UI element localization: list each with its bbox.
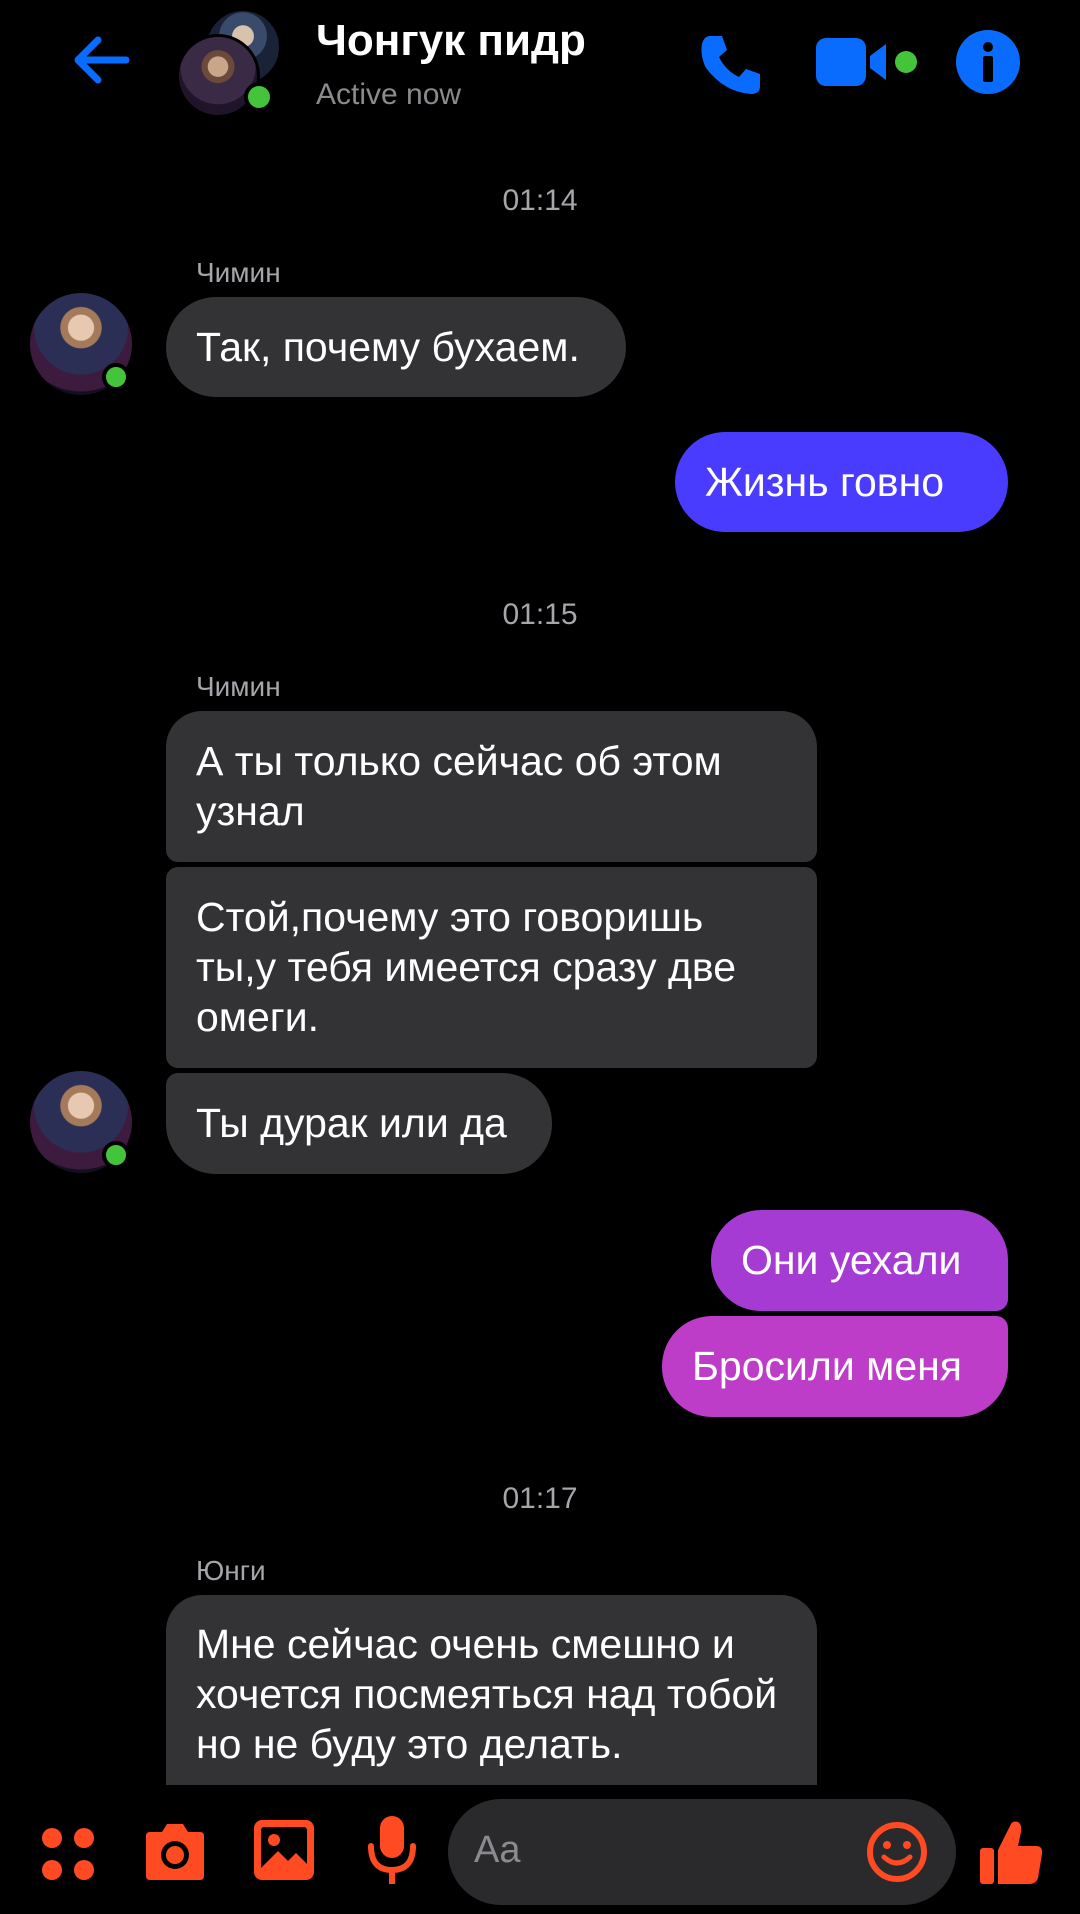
sender-avatar[interactable] <box>30 1071 132 1173</box>
group-avatar[interactable] <box>176 8 288 118</box>
camera-icon[interactable] <box>142 1820 208 1882</box>
phone-icon[interactable] <box>696 28 768 100</box>
outgoing-message[interactable]: Жизнь говно <box>675 432 1008 532</box>
timestamp: 01:17 <box>502 1482 578 1515</box>
online-indicator <box>102 1141 130 1169</box>
incoming-message[interactable]: Мне сейчас очень смешно и хочется посмея… <box>166 1595 817 1785</box>
sender-name: Юнги <box>196 1555 266 1586</box>
online-indicator <box>102 363 130 391</box>
sender-name: Чимин <box>196 671 281 702</box>
timestamp: 01:14 <box>502 184 578 217</box>
incoming-message[interactable]: Ты дурак или да <box>166 1073 552 1174</box>
online-indicator <box>244 82 274 112</box>
smiley-icon[interactable] <box>866 1821 928 1883</box>
sender-name: Чимин <box>196 257 281 288</box>
info-icon[interactable] <box>954 28 1022 96</box>
incoming-message[interactable]: А ты только сейчас об этом узнал <box>166 711 817 862</box>
four-dots-icon[interactable] <box>40 1826 96 1882</box>
active-status: Active now <box>316 78 462 111</box>
message-input[interactable]: Aa <box>448 1799 956 1905</box>
incoming-message[interactable]: Так, почему бухаем. <box>166 297 626 397</box>
incoming-message[interactable]: Стой,почему это говоришь ты,у тебя имеет… <box>166 867 817 1068</box>
timestamp: 01:15 <box>502 598 578 631</box>
thumbs-up-icon[interactable] <box>976 1818 1046 1888</box>
image-icon[interactable] <box>252 1818 316 1882</box>
message-input-placeholder: Aa <box>474 1829 521 1871</box>
outgoing-message[interactable]: Бросили меня <box>662 1316 1008 1417</box>
chat-header: Чонгук пидр Active now <box>0 0 1080 130</box>
video-camera-icon[interactable] <box>814 34 920 90</box>
composer-bar: Aa <box>0 1790 1080 1914</box>
back-arrow-icon[interactable] <box>68 28 132 92</box>
microphone-icon[interactable] <box>366 1814 418 1886</box>
chat-title[interactable]: Чонгук пидр <box>316 16 586 66</box>
sender-avatar[interactable] <box>30 293 132 395</box>
outgoing-message[interactable]: Они уехали <box>711 1210 1008 1311</box>
